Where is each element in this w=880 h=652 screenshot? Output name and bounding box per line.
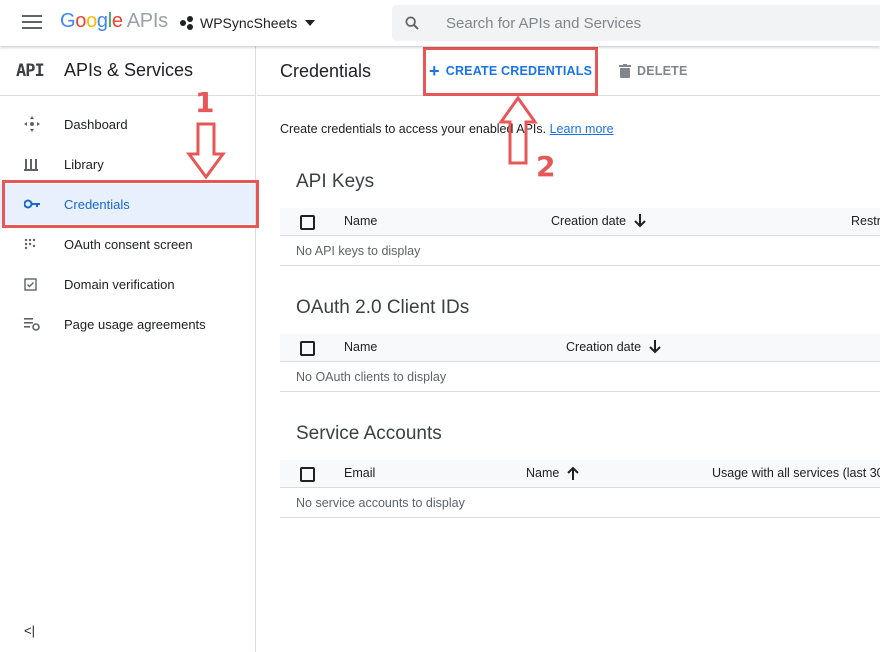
empty-state-row: No API keys to display (280, 237, 880, 266)
oauth-table-header: Name Creation date (280, 334, 880, 362)
service-accounts-table-header: Email Name Usage with all services (last… (280, 460, 880, 488)
column-header[interactable]: Email (344, 466, 375, 480)
logo-letter: o (75, 10, 87, 32)
empty-state-row: No OAuth clients to display (280, 363, 880, 392)
oauth-clients-title: OAuth 2.0 Client IDs (296, 297, 470, 318)
column-header[interactable]: Name (344, 340, 377, 354)
top-app-bar: Google APIs WPSyncSheets (0, 0, 880, 46)
logo-letter: g (96, 10, 108, 32)
sidebar-item-label: OAuth consent screen (64, 236, 193, 252)
column-header-sorted[interactable]: Creation date (551, 214, 646, 228)
api-logo-icon: API (16, 60, 45, 81)
project-icon (180, 16, 194, 30)
sidebar-item-label: Page usage agreements (64, 316, 206, 332)
sidebar-item-label: Library (64, 156, 104, 172)
annotation-step-1: 1 (195, 86, 215, 119)
column-label: Name (526, 466, 560, 480)
arrow-down-icon (634, 214, 646, 228)
column-header-sorted[interactable]: Creation date (566, 340, 661, 354)
search-icon (392, 5, 432, 41)
collapse-sidebar-icon[interactable]: <| (24, 623, 35, 638)
delete-button[interactable]: DELETE (619, 60, 688, 82)
annotation-box-create-credentials (423, 47, 598, 96)
sidebar-item-page-usage[interactable]: Page usage agreements (0, 304, 255, 344)
search-bar[interactable] (392, 5, 880, 41)
library-icon (0, 157, 64, 171)
trash-icon (619, 64, 631, 78)
sidebar-item-domain-verification[interactable]: Domain verification (0, 264, 255, 304)
arrow-down-icon (649, 340, 661, 354)
logo-letter: o (86, 10, 97, 32)
delete-label: DELETE (637, 64, 688, 78)
consent-icon (0, 237, 64, 251)
logo-letter: G (60, 10, 76, 32)
column-header-sorted[interactable]: Name (526, 466, 580, 480)
intro-text: Create credentials to access your enable… (280, 122, 614, 136)
sidebar-item-label: Dashboard (64, 116, 128, 132)
settings-list-icon (0, 317, 64, 331)
column-header[interactable]: Usage with all services (last 30 (712, 466, 880, 480)
google-apis-logo[interactable]: Google APIs (60, 10, 168, 33)
annotation-step-2: 2 (536, 150, 556, 183)
checkbox-icon (0, 277, 64, 291)
sidebar-item-label: Domain verification (64, 276, 175, 292)
annotation-arrow-down-icon (186, 122, 226, 180)
dashboard-icon (0, 116, 64, 132)
sidebar-item-oauth-consent[interactable]: OAuth consent screen (0, 224, 255, 264)
logo-apis-text: APIs (126, 10, 168, 32)
select-all-checkbox[interactable] (300, 467, 315, 482)
sidebar-title: APIs & Services (64, 60, 194, 80)
page-title: Credentials (280, 61, 372, 81)
chevron-down-icon (305, 20, 316, 26)
menu-icon[interactable] (22, 15, 42, 31)
select-all-checkbox[interactable] (300, 341, 315, 356)
column-header[interactable]: Restr (851, 214, 880, 228)
column-label: Creation date (551, 214, 627, 228)
empty-state-row: No service accounts to display (280, 489, 880, 518)
sidebar-header: API APIs & Services (0, 46, 255, 96)
column-header[interactable]: Name (344, 214, 377, 228)
arrow-up-icon (567, 466, 580, 480)
project-selector[interactable]: WPSyncSheets (180, 12, 316, 34)
search-input[interactable] (446, 14, 866, 32)
logo-letter: e (111, 10, 123, 32)
service-accounts-title: Service Accounts (296, 423, 442, 444)
column-label: Creation date (566, 340, 642, 354)
annotation-box-credentials (2, 180, 259, 228)
project-name: WPSyncSheets (200, 15, 298, 31)
api-keys-table-header: Name Creation date Restr (280, 208, 880, 236)
select-all-checkbox[interactable] (300, 215, 315, 230)
api-keys-title: API Keys (296, 171, 375, 192)
learn-more-link[interactable]: Learn more (550, 122, 614, 136)
annotation-arrow-up-icon (498, 96, 538, 165)
